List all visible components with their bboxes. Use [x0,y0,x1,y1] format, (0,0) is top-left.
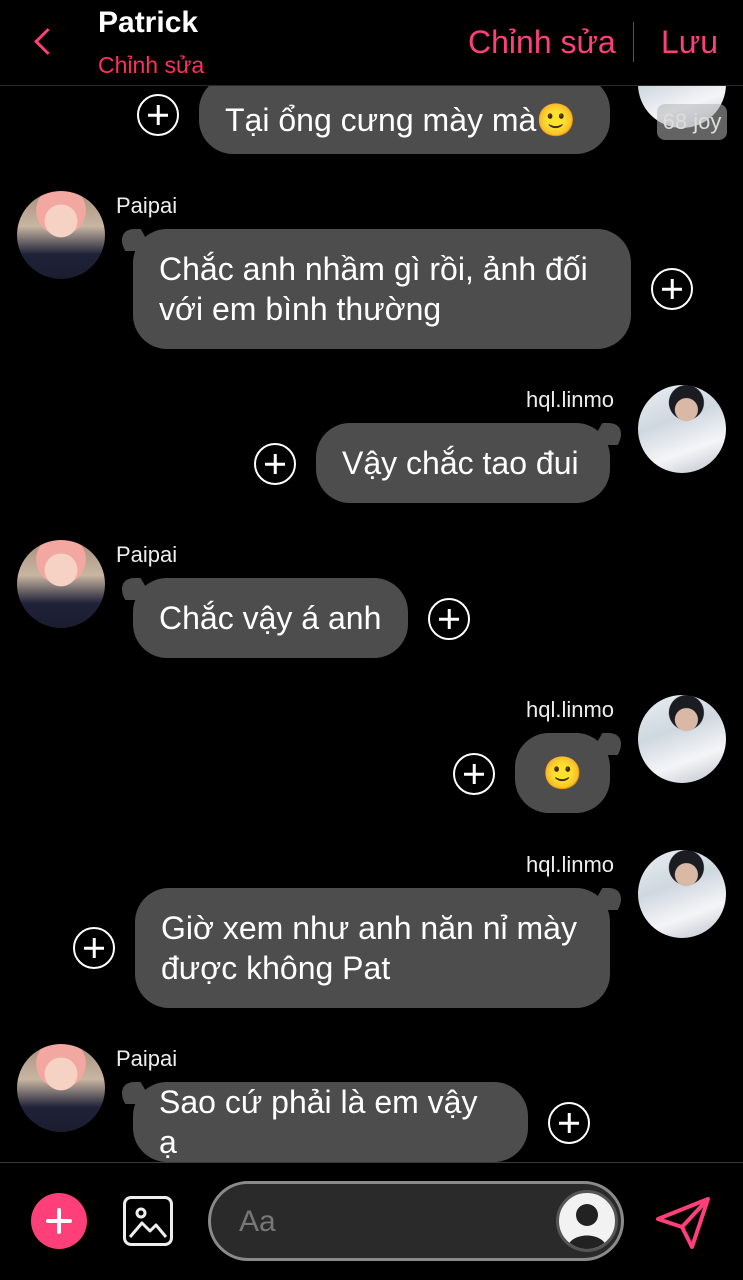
image-icon[interactable] [123,1196,173,1246]
user-avatar-icon[interactable] [556,1190,618,1252]
add-reaction-icon[interactable] [254,443,296,485]
chat-header: Patrick Chỉnh sửa Chỉnh sửa Lưu [0,0,743,86]
message-bubble[interactable]: Chắc anh nhầm gì rồi, ảnh đối với em bìn… [133,229,631,349]
sender-name: hql.linmo [526,387,615,412]
message-text: Chắc vậy á anh [159,600,382,636]
add-reaction-icon[interactable] [548,1102,590,1144]
message-text: Chắc anh nhầm gì rồi, ảnh đối với em bìn… [159,251,588,327]
edit-button[interactable]: Chỉnh sửa [468,24,616,61]
avatar[interactable] [17,1044,105,1132]
sender-name: hql.linmo [526,697,615,722]
sender-name: Paipai [116,542,178,567]
message-text: Sao cứ phải là em vậy ạ [159,1084,478,1160]
message-bubble[interactable]: Giờ xem như anh năn nỉ mày được không Pa… [135,888,610,1008]
message-input[interactable] [239,1202,539,1242]
message-bubble[interactable]: Vậy chắc tao đui [316,423,610,503]
send-icon[interactable] [654,1195,712,1251]
message-input-container[interactable] [208,1181,624,1261]
add-reaction-icon[interactable] [651,268,693,310]
add-plus-icon[interactable] [31,1193,87,1249]
avatar[interactable] [638,385,726,473]
reaction-badge: 68 joy [657,104,727,140]
sender-name: Paipai [116,1046,178,1071]
back-chevron-icon[interactable] [26,22,62,62]
avatar[interactable] [638,850,726,938]
message-bubble[interactable]: 🙂 [515,733,610,813]
sender-name: hql.linmo [526,852,615,877]
add-reaction-icon[interactable] [137,94,179,136]
avatar[interactable] [17,540,105,628]
message-emoji: 🙂 [542,755,583,791]
message-text: Vậy chắc tao đui [342,445,579,481]
chat-subtitle-edit-link[interactable]: Chỉnh sửa [98,52,204,79]
message-bubble[interactable]: Tại ổng cưng mày mà🙂 [199,86,610,154]
message-text: Giờ xem như anh năn nỉ mày được không Pa… [161,910,577,986]
message-bubble[interactable]: Chắc vậy á anh [133,578,408,658]
message-text: Tại ổng cưng mày mà🙂 [225,102,577,138]
avatar[interactable] [638,695,726,783]
message-bubble[interactable]: Sao cứ phải là em vậy ạ [133,1082,528,1162]
add-reaction-icon[interactable] [453,753,495,795]
message-list[interactable]: 68 joy Tại ổng cưng mày mà🙂 Paipai Chắc … [0,86,743,1162]
message-composer [0,1162,743,1280]
add-reaction-icon[interactable] [73,927,115,969]
sender-name: Paipai [116,193,178,218]
chat-title: Patrick [98,6,199,39]
add-reaction-icon[interactable] [428,598,470,640]
avatar[interactable] [17,191,105,279]
save-button[interactable]: Lưu [661,24,718,61]
header-divider [633,22,634,62]
